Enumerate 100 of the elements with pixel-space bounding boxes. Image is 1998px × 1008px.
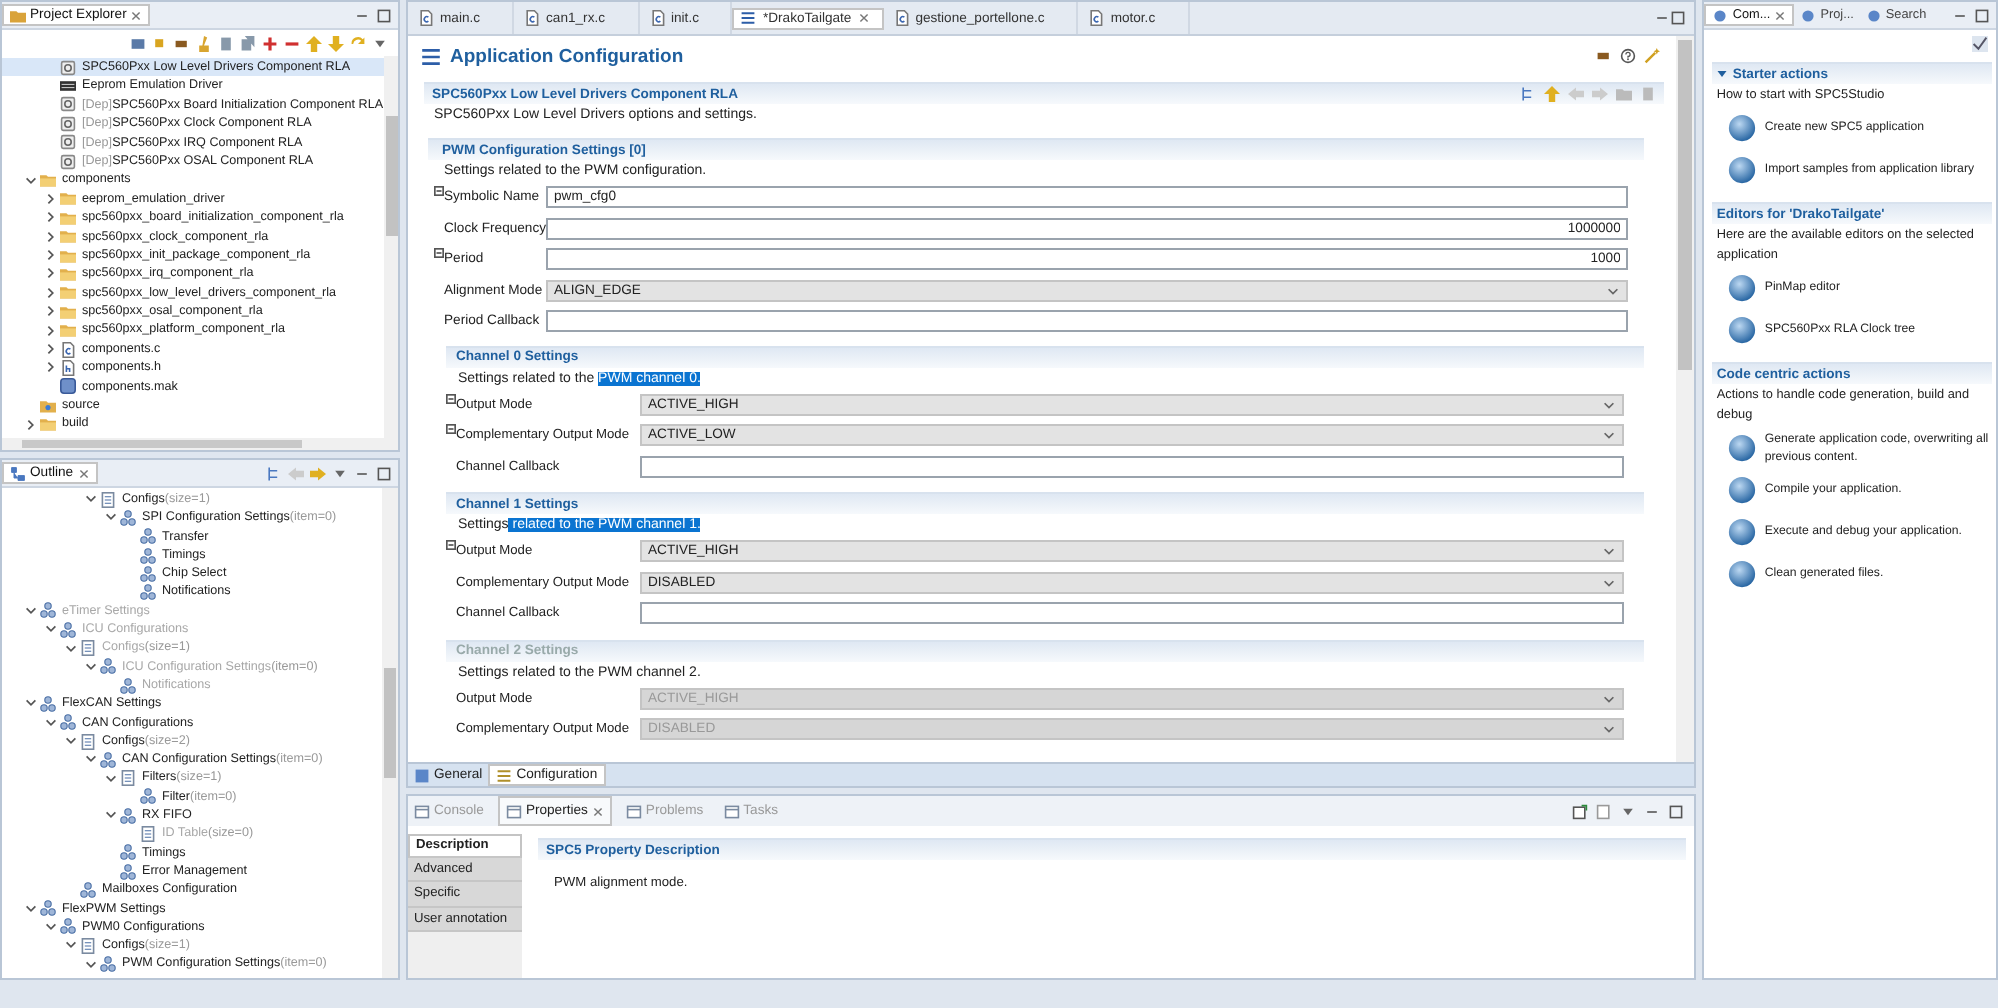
collapsed-chevron-icon[interactable] [43,360,57,375]
round-action-icon [1728,273,1757,301]
chevron-down-icon [1602,397,1617,412]
c-file-icon [524,10,541,26]
chevron-down-icon [1606,283,1621,298]
node-group-icon [100,956,116,973]
expanded-chevron-icon[interactable] [63,734,77,748]
node-group-icon [60,621,76,638]
expanded-chevron-icon[interactable] [43,919,57,934]
node-group-icon [100,658,116,675]
list-icon [80,937,96,954]
view-icon [625,803,642,819]
dropdown-caret-icon[interactable] [372,35,388,51]
folders-icon [10,7,26,23]
list-icon [120,770,136,787]
view-icon [723,803,740,819]
expanded-chevron-icon[interactable] [103,510,117,525]
node-group-icon [40,695,56,712]
horizontal-scrollbar[interactable] [2,438,398,450]
page-icon[interactable] [218,35,234,51]
c-file-icon [649,10,665,26]
node-group-icon [140,788,156,805]
plus-icon[interactable] [262,35,278,51]
close-icon[interactable] [77,467,90,479]
config-icon [740,10,757,26]
check-icon[interactable] [1972,36,1988,52]
h-file-icon [60,359,76,376]
node-group-icon [60,918,76,935]
expanded-chevron-icon[interactable] [23,901,37,916]
marker-icon [434,248,444,259]
round-action-icon [1728,559,1757,587]
chevron-down-icon [1602,691,1617,706]
scrollbar[interactable] [383,56,398,438]
chip-icon [60,78,76,95]
hierarchy-icon[interactable] [266,465,282,481]
view-icon [505,803,522,819]
node-group-icon [40,602,56,619]
expanded-chevron-icon[interactable] [83,752,97,767]
c-file-icon [418,10,434,26]
maximize-icon[interactable] [1974,7,1990,23]
view-icon [414,803,430,819]
collapsed-chevron-icon[interactable] [43,342,57,357]
node-group-icon [40,900,56,917]
chevron-down-icon [1602,722,1617,737]
collapsed-chevron-icon[interactable] [23,417,37,432]
make-file-icon [60,378,76,395]
collapsed-chevron-icon[interactable] [43,285,57,300]
c-file-icon [1088,10,1105,26]
maximize-icon[interactable] [376,7,392,23]
close-icon[interactable] [1774,9,1787,21]
close-icon[interactable] [591,805,604,817]
maximize-icon[interactable] [1668,803,1685,819]
chevron-down-icon [1602,428,1617,443]
expanded-chevron-icon[interactable] [103,808,117,823]
collapsed-chevron-icon[interactable] [43,266,57,281]
hierarchy-icon[interactable] [1520,86,1537,102]
close-icon[interactable] [857,12,870,24]
expanded-chevron-icon[interactable] [103,771,117,786]
settings-icon [496,767,513,783]
text-field[interactable] [640,455,1625,478]
collapsed-chevron-icon[interactable] [43,210,57,225]
text-field[interactable] [546,310,1629,333]
collapsed-chevron-icon[interactable] [43,191,57,206]
dropdown-caret-icon[interactable] [1620,803,1637,819]
collapsed-chevron-icon[interactable] [43,229,57,244]
collapsed-chevron-icon[interactable] [43,323,57,338]
expanded-chevron-icon[interactable] [43,715,57,730]
scrollbar[interactable] [1676,36,1695,762]
collapsed-chevron-icon[interactable] [43,248,57,263]
maximize-icon[interactable] [1670,10,1687,26]
editor-title: Application Configuration [450,45,684,67]
pages-icon[interactable] [240,35,256,51]
expanded-chevron-icon[interactable] [63,938,77,953]
chevron-down-icon [1602,575,1617,590]
expanded-chevron-icon[interactable] [23,696,37,711]
round-action-icon [1728,155,1757,183]
node-group-icon [120,807,136,824]
pin-icon[interactable] [1572,803,1589,819]
node-group-icon [120,677,136,694]
close-icon[interactable] [130,9,143,21]
expanded-chevron-icon[interactable] [83,957,97,972]
collapsed-chevron-icon[interactable] [43,304,57,319]
node-group-icon [100,751,116,768]
dropdown-caret-icon[interactable] [332,465,348,481]
expanded-triangle-icon[interactable] [1716,68,1729,80]
scrollbar[interactable] [382,488,398,978]
expanded-chevron-icon[interactable] [83,492,97,507]
marker-icon [446,424,456,435]
text-field[interactable] [640,602,1625,625]
c-file-icon [893,10,910,26]
list-icon [140,825,156,842]
node-group-icon [120,509,136,526]
chevron-down-icon [1602,544,1617,559]
view-icon [1865,7,1882,23]
node-group-icon [80,881,96,898]
round-action-icon [1728,517,1757,545]
maximize-icon[interactable] [376,465,392,481]
outline-icon [10,465,26,481]
expanded-chevron-icon[interactable] [23,173,37,188]
help-icon[interactable] [1620,48,1637,64]
